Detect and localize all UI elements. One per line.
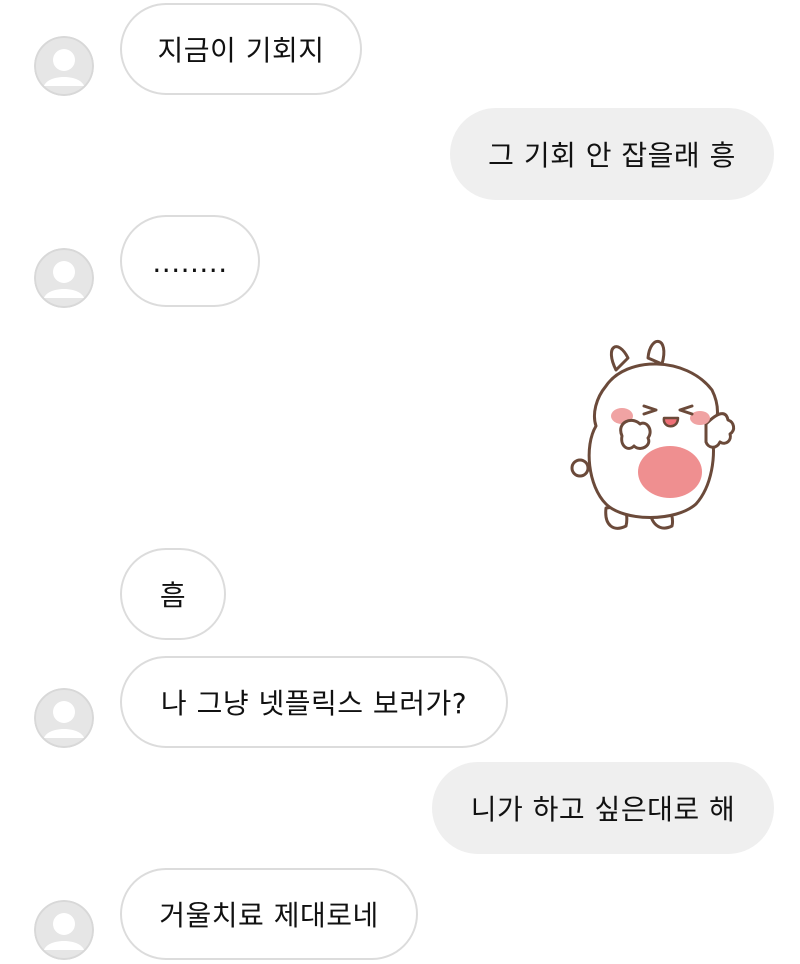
default-profile-avatar-icon	[34, 36, 94, 96]
default-profile-avatar-icon	[34, 248, 94, 308]
default-profile-avatar-icon	[34, 688, 94, 748]
incoming-message-bubble[interactable]: ........	[120, 215, 260, 307]
contact-avatar[interactable]	[34, 36, 94, 96]
incoming-message-bubble[interactable]: 흠	[120, 548, 226, 640]
incoming-message-bubble[interactable]: 거울치료 제대로네	[120, 868, 418, 960]
white-bunny-waving-sticker	[570, 339, 736, 530]
default-profile-avatar-icon	[34, 900, 94, 960]
contact-avatar[interactable]	[34, 900, 94, 960]
contact-avatar[interactable]	[34, 688, 94, 748]
incoming-message-bubble[interactable]: 지금이 기회지	[120, 3, 362, 95]
contact-avatar[interactable]	[34, 248, 94, 308]
outgoing-message-bubble[interactable]: 그 기회 안 잡을래 흥	[450, 108, 774, 200]
outgoing-message-bubble[interactable]: 니가 하고 싶은대로 해	[432, 762, 774, 854]
sticker-message[interactable]	[566, 326, 746, 542]
incoming-message-bubble[interactable]: 나 그냥 넷플릭스 보러가?	[120, 656, 508, 748]
